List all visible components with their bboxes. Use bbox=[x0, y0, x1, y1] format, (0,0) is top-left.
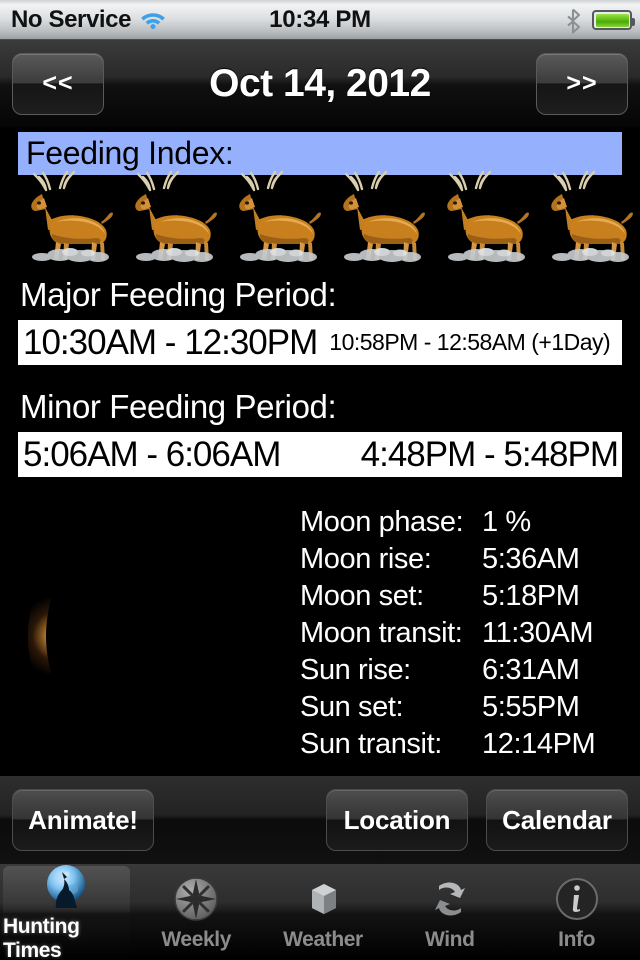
tab-label: Hunting Times bbox=[3, 914, 80, 960]
astronomy-value: 5:36AM bbox=[482, 543, 580, 575]
minor-feeding-label: Minor Feeding Period: bbox=[20, 388, 337, 425]
status-bar-center: 10:34 PM bbox=[0, 0, 640, 40]
tab-weather[interactable]: Weather bbox=[260, 864, 387, 960]
astronomy-value: 1 % bbox=[482, 506, 531, 538]
astronomy-data-list: Moon phase: 1 % Moon rise: 5:36AM Moon set: 5… bbox=[300, 506, 630, 765]
astronomy-row: Moon rise: 5:36AM bbox=[300, 543, 630, 580]
deer-icon bbox=[12, 168, 116, 266]
astronomy-row: Sun transit: 12:14PM bbox=[300, 728, 630, 765]
major-feeding-primary: 10:30AM - 12:30PM bbox=[23, 322, 318, 362]
astronomy-value: 6:31AM bbox=[482, 654, 580, 686]
status-bar-right bbox=[566, 0, 635, 40]
astronomy-row: Sun rise: 6:31AM bbox=[300, 654, 630, 691]
tab-label: Weather bbox=[283, 927, 363, 951]
tab-label: Info bbox=[558, 927, 596, 951]
deer-icon bbox=[532, 168, 636, 266]
astronomy-row: Moon transit: 11:30AM bbox=[300, 617, 630, 654]
major-feeding-times: 10:30AM - 12:30PM 10:58PM - 12:58AM (+1D… bbox=[18, 320, 622, 365]
wind-arrows-icon bbox=[422, 873, 478, 925]
astronomy-key: Sun rise: bbox=[300, 654, 411, 686]
major-feeding-label: Major Feeding Period: bbox=[20, 276, 337, 313]
tab-wind[interactable]: Wind bbox=[386, 864, 513, 960]
astronomy-value: 11:30AM bbox=[482, 617, 594, 649]
next-day-button[interactable]: >> bbox=[536, 52, 628, 115]
battery-icon bbox=[592, 10, 635, 30]
major-feeding-secondary: 10:58PM - 12:58AM (+1Day) bbox=[329, 329, 611, 355]
tab-info[interactable]: Info bbox=[513, 864, 640, 960]
info-circle-icon bbox=[549, 873, 605, 925]
astronomy-value: 5:18PM bbox=[482, 580, 580, 612]
wolf-moon-icon bbox=[38, 862, 94, 912]
calendar-button[interactable]: Calendar bbox=[486, 789, 628, 851]
astronomy-row: Sun set: 5:55PM bbox=[300, 691, 630, 728]
deer-icon bbox=[220, 168, 324, 266]
astronomy-value: 12:14PM bbox=[482, 728, 596, 760]
deer-icon bbox=[324, 168, 428, 266]
crescent-moon-image bbox=[0, 498, 300, 776]
moon-shadow-mask bbox=[46, 504, 300, 768]
astronomy-key: Sun set: bbox=[300, 691, 404, 723]
feeding-index-rating bbox=[12, 168, 633, 266]
astronomy-row: Moon set: 5:18PM bbox=[300, 580, 630, 617]
action-button-bar: Animate! Location Calendar bbox=[0, 776, 640, 864]
cloud-cube-icon bbox=[295, 873, 351, 925]
compass-rose-icon bbox=[168, 873, 224, 925]
tab-weekly[interactable]: Weekly bbox=[133, 864, 260, 960]
location-button[interactable]: Location bbox=[326, 789, 468, 851]
status-bar: No Service 10:34 PM bbox=[0, 0, 640, 40]
bluetooth-icon bbox=[566, 8, 582, 34]
page-title: Oct 14, 2012 bbox=[209, 61, 431, 105]
main-content: Feeding Index: Major Feeding Period: 10:… bbox=[0, 128, 640, 776]
animate-button[interactable]: Animate! bbox=[12, 789, 154, 851]
minor-feeding-second: 4:48PM - 5:48PM bbox=[360, 434, 619, 474]
minor-feeding-times: 5:06AM - 6:06AM 4:48PM - 5:48PM bbox=[18, 432, 622, 477]
astronomy-value: 5:55PM bbox=[482, 691, 580, 723]
astronomy-key: Moon phase: bbox=[300, 506, 464, 538]
minor-feeding-first: 5:06AM - 6:06AM bbox=[23, 434, 281, 474]
tab-label: Wind bbox=[425, 927, 475, 951]
app-root: No Service 10:34 PM << Oct 14, 2012 >> F… bbox=[0, 0, 640, 960]
astronomy-key: Moon transit: bbox=[300, 617, 463, 649]
previous-day-button[interactable]: << bbox=[12, 52, 104, 115]
astronomy-key: Sun transit: bbox=[300, 728, 442, 760]
astronomy-key: Moon set: bbox=[300, 580, 424, 612]
deer-icon bbox=[116, 168, 220, 266]
astronomy-row: Moon phase: 1 % bbox=[300, 506, 630, 543]
tab-bar: Hunting Times Weekly Weather Wind Info bbox=[0, 864, 640, 960]
tab-hunting-times[interactable]: Hunting Times bbox=[3, 864, 130, 960]
tab-label: Weekly bbox=[161, 927, 231, 951]
navigation-bar: << Oct 14, 2012 >> bbox=[0, 40, 640, 128]
deer-icon bbox=[428, 168, 532, 266]
astronomy-key: Moon rise: bbox=[300, 543, 432, 575]
clock-label: 10:34 PM bbox=[269, 6, 371, 33]
